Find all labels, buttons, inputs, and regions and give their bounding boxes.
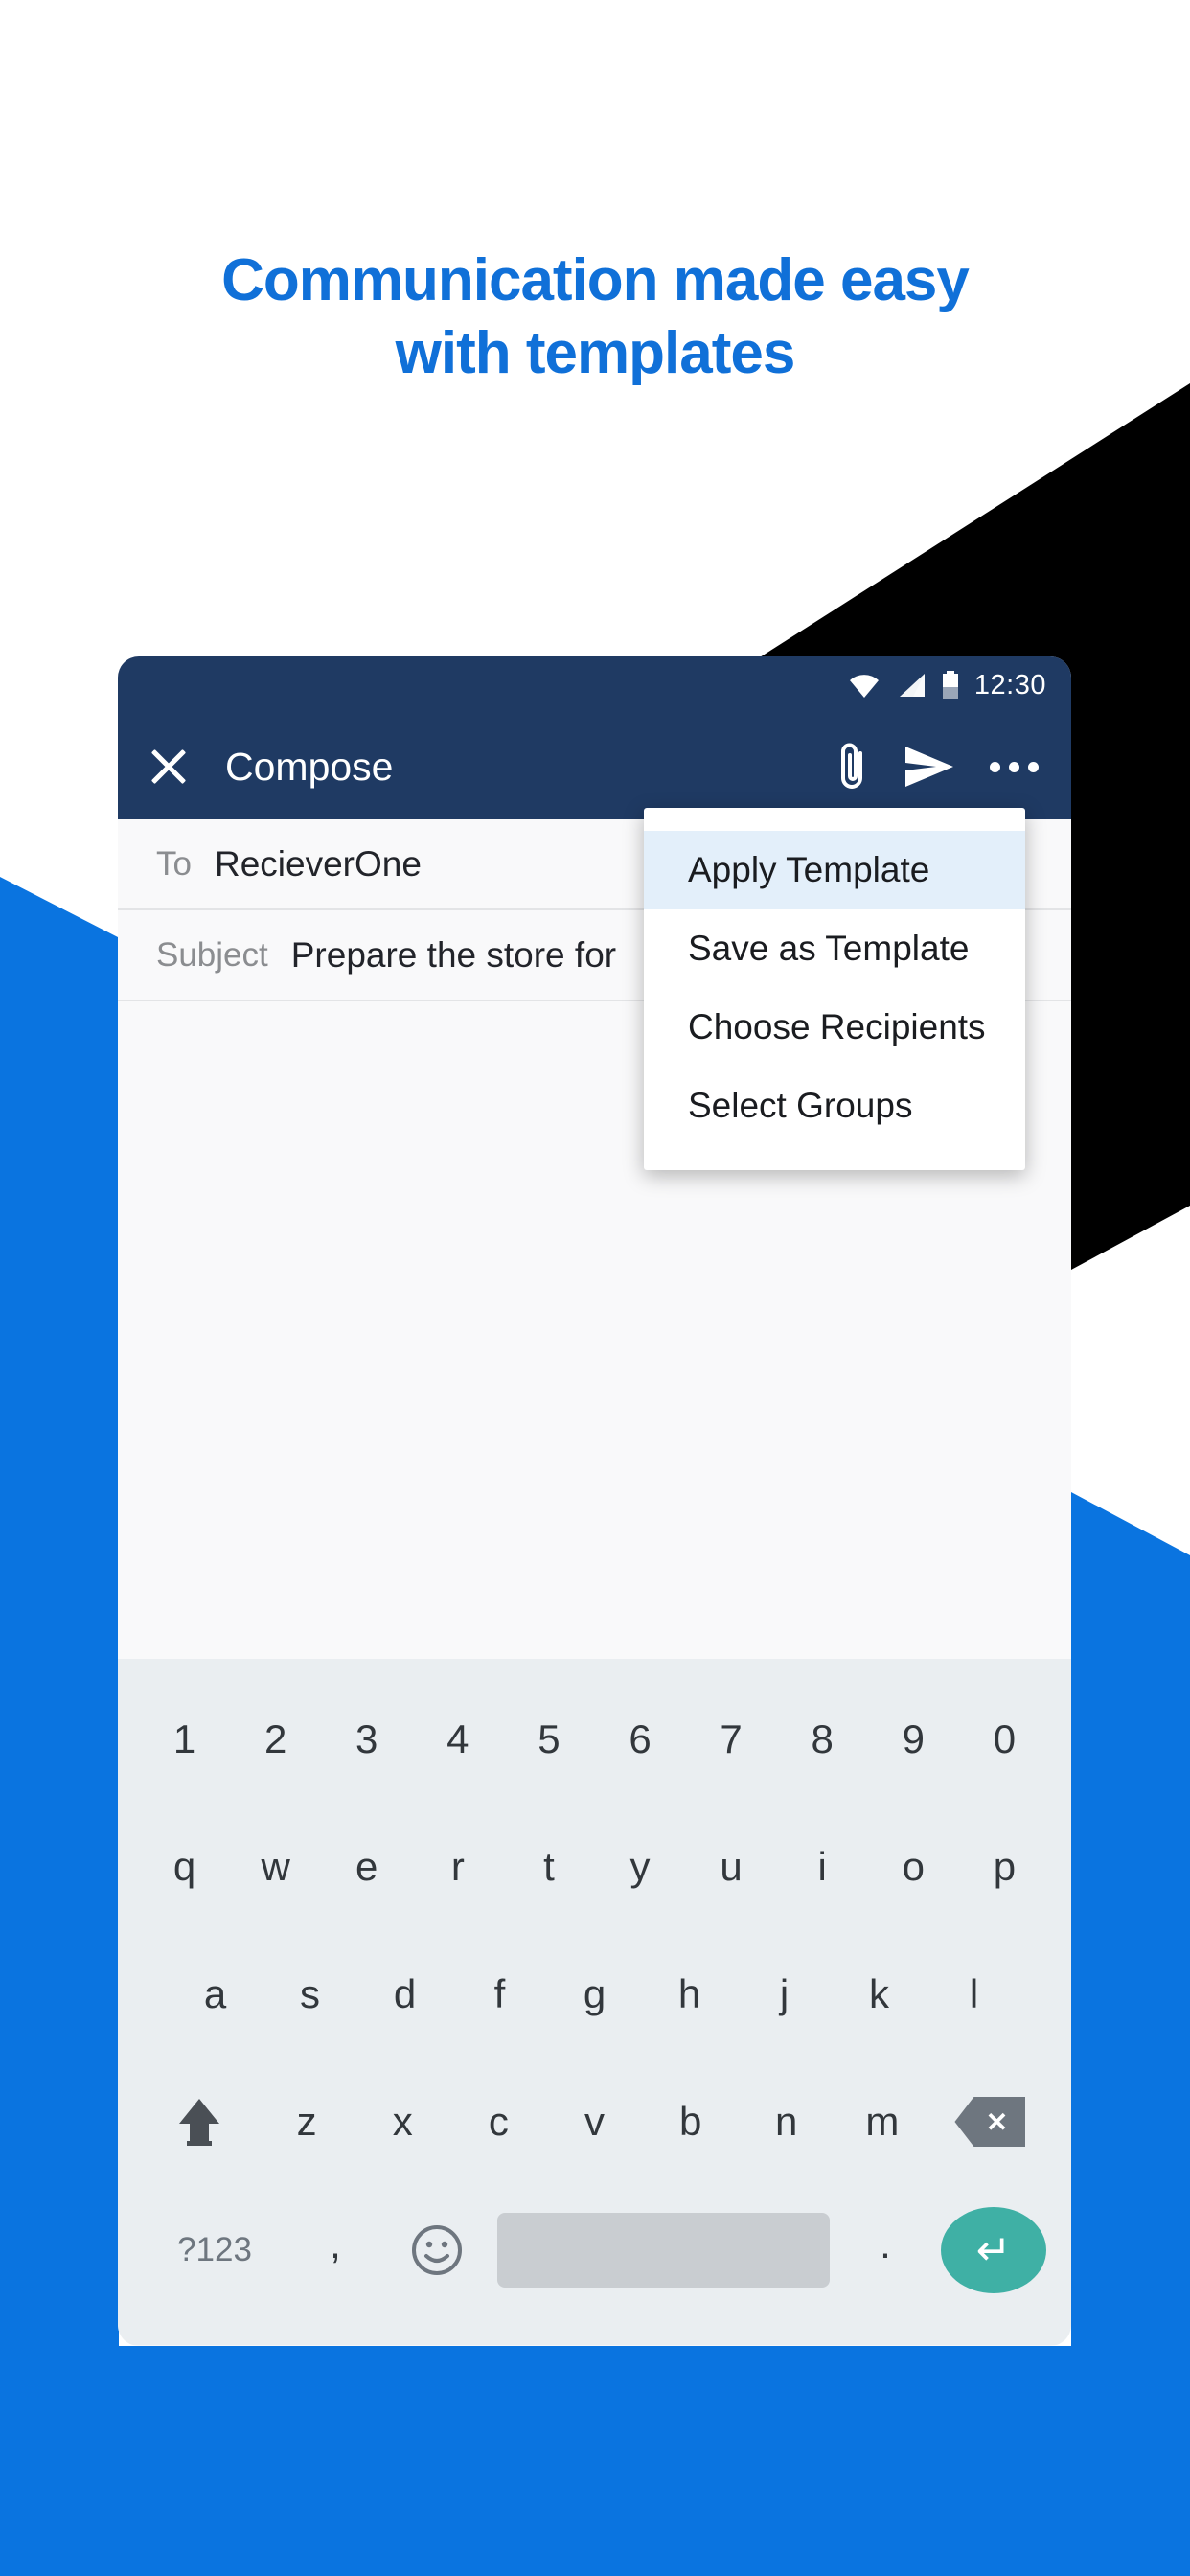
app-bar-title: Compose <box>225 744 394 789</box>
key-h[interactable]: h <box>642 1938 737 2051</box>
key-i[interactable]: i <box>777 1810 868 1923</box>
key-comma[interactable]: , <box>294 2221 377 2279</box>
shift-icon[interactable] <box>139 2065 259 2178</box>
key-period[interactable]: . <box>837 2221 933 2279</box>
key-r[interactable]: r <box>412 1810 503 1923</box>
cellular-signal-icon <box>896 672 927 699</box>
headline-line-2: with templates <box>395 319 796 386</box>
key-l[interactable]: l <box>927 1938 1021 2051</box>
paperclip-icon[interactable] <box>833 741 871 793</box>
key-space[interactable] <box>497 2213 830 2288</box>
key-0[interactable]: 0 <box>959 1683 1050 1796</box>
subject-field-value: Prepare the store for <box>290 934 617 975</box>
close-icon[interactable] <box>147 745 191 789</box>
to-field-label: To <box>156 844 192 883</box>
key-n[interactable]: n <box>739 2065 835 2178</box>
page-title: Communication made easy with templates <box>0 244 1190 389</box>
keyboard-row-bottom: ?123 , . ↵ <box>118 2193 1071 2308</box>
app-bar: Compose <box>118 714 1071 819</box>
key-y[interactable]: y <box>594 1810 685 1923</box>
key-d[interactable]: d <box>357 1938 452 2051</box>
to-field-value: RecieverOne <box>214 843 422 884</box>
key-t[interactable]: t <box>503 1810 594 1923</box>
key-j[interactable]: j <box>737 1938 832 2051</box>
key-x[interactable]: x <box>355 2065 450 2178</box>
emoji-smiley-icon[interactable] <box>384 2223 490 2277</box>
overflow-dropdown-menu: Apply Template Save as Template Choose R… <box>644 808 1025 1170</box>
menu-item-apply-template[interactable]: Apply Template <box>644 831 1025 909</box>
wifi-icon <box>848 672 881 699</box>
headline-line-1: Communication made easy <box>221 247 970 313</box>
menu-item-choose-recipients[interactable]: Choose Recipients <box>644 988 1025 1067</box>
keyboard-row-numbers: 1 2 3 4 5 6 7 8 9 0 <box>118 1683 1071 1796</box>
subject-field-label: Subject <box>156 935 268 974</box>
overflow-menu-icon[interactable] <box>990 761 1039 772</box>
enter-key-icon[interactable]: ↵ <box>941 2207 1046 2293</box>
promo-screenshot: Communication made easy with templates 1… <box>0 0 1190 2576</box>
key-m[interactable]: m <box>835 2065 930 2178</box>
backspace-icon[interactable]: ✕ <box>930 2065 1050 2178</box>
key-6[interactable]: 6 <box>594 1683 685 1796</box>
blue-left-lower-shape <box>0 1620 119 2348</box>
key-q[interactable]: q <box>139 1810 230 1923</box>
key-s[interactable]: s <box>263 1938 357 2051</box>
key-w[interactable]: w <box>230 1810 321 1923</box>
keyboard-row-asdf: a s d f g h j k l <box>118 1938 1071 2051</box>
key-f[interactable]: f <box>452 1938 547 2051</box>
key-2[interactable]: 2 <box>230 1683 321 1796</box>
battery-icon <box>942 671 959 700</box>
keyboard-row-zxcv: z x c v b n m ✕ <box>118 2065 1071 2178</box>
key-8[interactable]: 8 <box>777 1683 868 1796</box>
key-e[interactable]: e <box>321 1810 412 1923</box>
key-1[interactable]: 1 <box>139 1683 230 1796</box>
send-arrow-icon[interactable] <box>904 745 955 789</box>
key-7[interactable]: 7 <box>686 1683 777 1796</box>
key-a[interactable]: a <box>168 1938 263 2051</box>
key-5[interactable]: 5 <box>503 1683 594 1796</box>
key-p[interactable]: p <box>959 1810 1050 1923</box>
key-3[interactable]: 3 <box>321 1683 412 1796</box>
keyboard-row-qwerty: q w e r t y u i o p <box>118 1810 1071 1923</box>
key-v[interactable]: v <box>546 2065 642 2178</box>
menu-item-save-as-template[interactable]: Save as Template <box>644 909 1025 988</box>
on-screen-keyboard: 1 2 3 4 5 6 7 8 9 0 q w e r t y u i o p … <box>118 1659 1071 2345</box>
key-symbols[interactable]: ?123 <box>143 2231 286 2269</box>
status-bar: 12:30 <box>118 656 1071 714</box>
key-g[interactable]: g <box>547 1938 642 2051</box>
key-b[interactable]: b <box>643 2065 739 2178</box>
key-4[interactable]: 4 <box>412 1683 503 1796</box>
blue-bottom-shape <box>0 2346 1190 2576</box>
key-o[interactable]: o <box>868 1810 959 1923</box>
key-k[interactable]: k <box>832 1938 927 2051</box>
menu-item-select-groups[interactable]: Select Groups <box>644 1067 1025 1145</box>
key-u[interactable]: u <box>686 1810 777 1923</box>
key-9[interactable]: 9 <box>868 1683 959 1796</box>
key-z[interactable]: z <box>259 2065 355 2178</box>
status-bar-time: 12:30 <box>973 669 1046 701</box>
key-c[interactable]: c <box>450 2065 546 2178</box>
